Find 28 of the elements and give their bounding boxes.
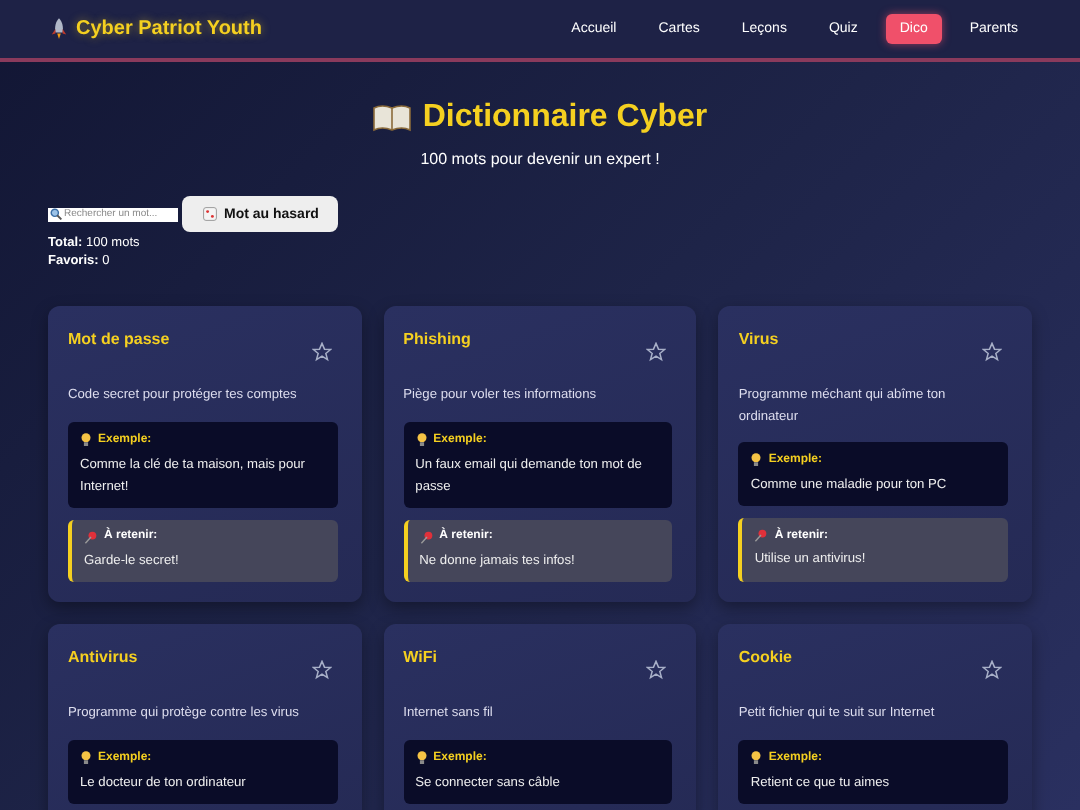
star-icon[interactable] bbox=[311, 660, 332, 681]
lightbulb-icon bbox=[80, 749, 92, 766]
word-term: Mot de passe bbox=[68, 330, 170, 348]
pushpin-icon bbox=[754, 528, 769, 543]
word-term: Phishing bbox=[403, 330, 471, 348]
word-term: Cookie bbox=[738, 648, 792, 667]
brand-name: Cyber Patriot Youth bbox=[76, 18, 262, 40]
page-subtitle: 100 mots pour devenir un expert ! bbox=[418, 150, 662, 168]
lightbulb-icon bbox=[415, 749, 428, 766]
star-icon[interactable] bbox=[982, 342, 1002, 362]
dice-icon bbox=[202, 206, 218, 222]
page-title: Dictionnaire Cyber bbox=[422, 100, 708, 136]
word-term: Virus bbox=[738, 330, 779, 348]
book-icon bbox=[372, 104, 413, 132]
lightbulb-icon bbox=[750, 452, 763, 469]
search-icon bbox=[50, 208, 62, 220]
star-icon[interactable] bbox=[646, 660, 667, 681]
star-icon[interactable] bbox=[982, 660, 1002, 681]
word-term: Antivirus bbox=[68, 648, 138, 667]
pushpin-icon bbox=[419, 529, 434, 544]
lightbulb-icon bbox=[415, 431, 428, 448]
lightbulb-icon bbox=[80, 431, 92, 448]
pushpin-icon bbox=[84, 529, 98, 544]
lightbulb-icon bbox=[750, 749, 763, 766]
word-term: WiFi bbox=[403, 648, 437, 667]
star-icon[interactable] bbox=[646, 342, 667, 362]
star-icon[interactable] bbox=[311, 342, 332, 362]
rocket-icon bbox=[50, 18, 68, 40]
